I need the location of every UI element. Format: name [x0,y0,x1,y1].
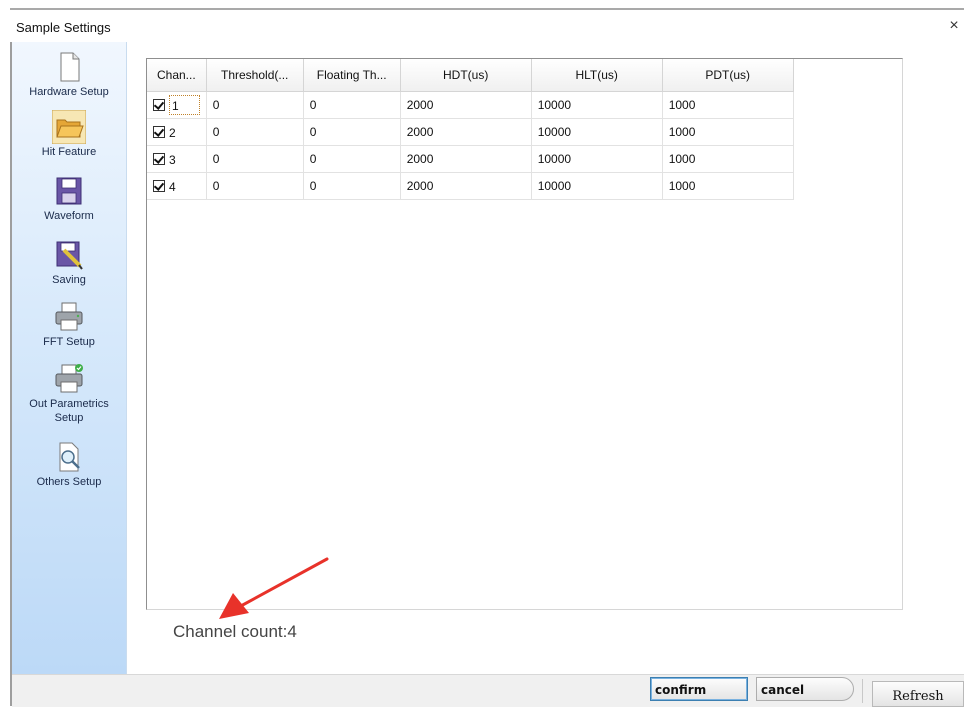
button-divider [862,679,863,703]
threshold-cell[interactable]: 0 [206,118,304,146]
threshold-cell[interactable]: 0 [206,145,304,173]
channel-cell[interactable]: 2 [147,118,207,146]
sidebar-item-hardware-setup[interactable]: Hardware Setup [12,50,126,99]
bottom-button-bar: confirm cancel Refresh [12,674,964,707]
page-magnifier-icon [59,442,80,472]
table-header-row: Chan... Threshold(... Floating Th... HDT… [147,59,794,92]
sidebar-item-label: Hardware Setup [29,86,109,98]
channel-checkbox[interactable] [153,153,165,166]
channel-number: 3 [169,152,176,167]
hdt-cell[interactable]: 2000 [400,145,532,173]
pdt-cell[interactable]: 1000 [662,118,794,146]
channel-number: 2 [169,125,176,140]
sidebar-item-waveform[interactable]: Waveform [12,174,126,223]
floating-threshold-cell[interactable]: 0 [303,145,401,173]
red-arrow-annotation [219,557,329,619]
hdt-cell[interactable]: 2000 [400,172,532,200]
sidebar-item-others-setup[interactable]: Others Setup [12,440,126,489]
sidebar-item-label: Hit Feature [41,146,97,158]
selected-cell-focus: 1 [169,94,200,116]
sidebar-item-label: Saving [52,274,86,286]
sidebar-item-label: FFT Setup [43,336,95,348]
column-header-threshold[interactable]: Threshold(... [206,59,304,92]
hdt-cell[interactable]: 2000 [400,91,532,119]
column-header-pdt[interactable]: PDT(us) [662,59,794,92]
refresh-button[interactable]: Refresh [872,681,964,707]
blank-page-icon [60,52,80,82]
sidebar: Hardware Setup Hit Feature Waveform Savi… [12,42,127,674]
sample-settings-window: Sample Settings × Hardware Setup Hit Fea… [0,0,964,707]
column-header-channel[interactable]: Chan... [147,59,207,92]
floppy-disk-icon [56,177,82,205]
printer-icon [55,302,83,331]
channel-count-label: Channel count:4 [173,622,297,641]
printer-check-icon [55,364,83,393]
sidebar-item-label: Waveform [44,210,94,222]
channel-checkbox[interactable] [153,99,165,112]
column-header-hdt[interactable]: HDT(us) [400,59,532,92]
folder-open-icon [52,110,86,144]
table-row[interactable]: 3 0 0 2000 10000 1000 [147,145,794,173]
pdt-cell[interactable]: 1000 [662,145,794,173]
channel-cell[interactable]: 1 [147,91,207,119]
confirm-button[interactable]: confirm [650,677,748,701]
hlt-cell[interactable]: 10000 [531,118,663,146]
sidebar-item-out-parametrics-setup[interactable]: Out Parametrics Setup [12,362,126,425]
content-panel: Chan... Threshold(... Floating Th... HDT… [127,42,964,674]
channel-number: 1 [172,98,179,113]
hdt-cell[interactable]: 2000 [400,118,532,146]
threshold-cell[interactable]: 0 [206,91,304,119]
window-title: Sample Settings [16,20,111,35]
floating-threshold-cell[interactable]: 0 [303,172,401,200]
channel-checkbox[interactable] [153,180,165,193]
channel-grid: Chan... Threshold(... Floating Th... HDT… [146,58,903,619]
hlt-cell[interactable]: 10000 [531,145,663,173]
hlt-cell[interactable]: 10000 [531,91,663,119]
channel-table: Chan... Threshold(... Floating Th... HDT… [147,59,794,200]
channel-number: 4 [169,179,176,194]
column-header-floating-threshold[interactable]: Floating Th... [303,59,401,92]
pdt-cell[interactable]: 1000 [662,172,794,200]
sidebar-item-hit-feature[interactable]: Hit Feature [12,110,126,159]
floating-threshold-cell[interactable]: 0 [303,118,401,146]
table-row[interactable]: 4 0 0 2000 10000 1000 [147,172,794,200]
floating-threshold-cell[interactable]: 0 [303,91,401,119]
column-header-hlt[interactable]: HLT(us) [531,59,663,92]
sidebar-item-label: Others Setup [36,476,102,488]
disk-with-pencil-icon [56,241,83,270]
sidebar-item-saving[interactable]: Saving [12,238,126,287]
channel-cell[interactable]: 3 [147,145,207,173]
close-button[interactable]: × [946,16,962,36]
cancel-button[interactable]: cancel [756,677,854,701]
threshold-cell[interactable]: 0 [206,172,304,200]
table-row[interactable]: 2 0 0 2000 10000 1000 [147,118,794,146]
table-row[interactable]: 1 0 0 2000 10000 1000 [147,91,794,119]
pdt-cell[interactable]: 1000 [662,91,794,119]
channel-cell[interactable]: 4 [147,172,207,200]
hlt-cell[interactable]: 10000 [531,172,663,200]
sidebar-item-fft-setup[interactable]: FFT Setup [12,300,126,349]
sidebar-item-label: Out Parametrics Setup [29,398,109,424]
channel-checkbox[interactable] [153,126,165,139]
title-bar: Sample Settings × [10,8,964,44]
